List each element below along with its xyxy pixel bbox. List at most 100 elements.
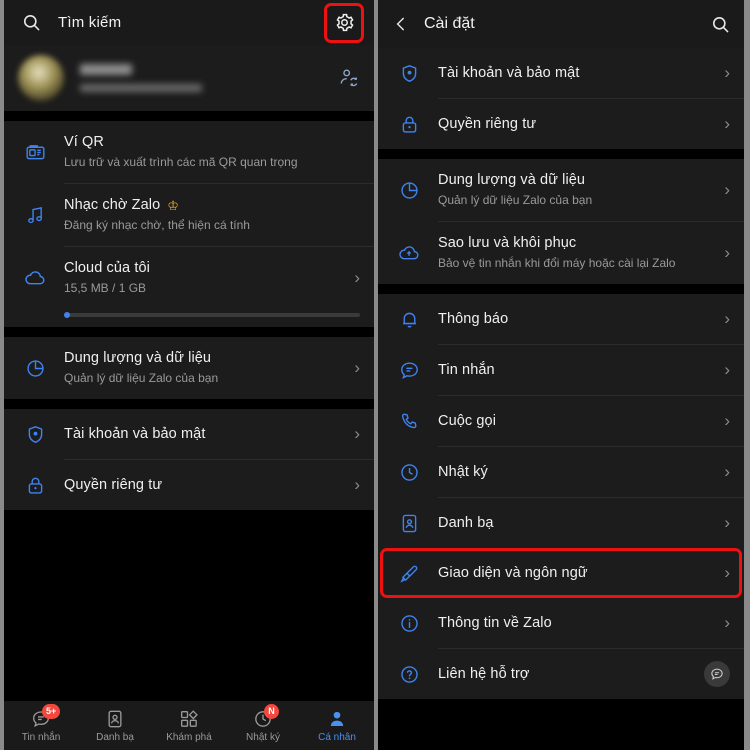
nav-item-ca-nhan[interactable]: Cá nhân	[300, 708, 374, 743]
nav-item-label: Khám phá	[166, 732, 212, 743]
nav-item-label: Nhật ký	[246, 732, 280, 743]
list-item-nhac-cho-zalo[interactable]: Nhạc chờ Zalo ♔ Đăng ký nhạc chờ, thể hi…	[4, 184, 374, 246]
settings-item-labels: Cuộc gọi	[426, 412, 718, 431]
chevron-right-icon: ›	[724, 613, 730, 632]
nav-badge: 5+	[42, 704, 61, 719]
pie-chart-icon	[18, 358, 52, 379]
avatar[interactable]	[18, 55, 64, 101]
settings-item-lien-he-ho-tro[interactable]: Liên hệ hỗ trợ	[378, 649, 744, 699]
lock-icon	[18, 475, 52, 496]
settings-item-title: Giao diện và ngôn ngữ	[438, 564, 588, 581]
message-icon: 5+	[31, 704, 61, 730]
crown-icon: ♔	[167, 198, 180, 213]
cloud-icon	[18, 267, 52, 289]
settings-item-danh-ba[interactable]: Danh bạ ›	[378, 498, 744, 548]
settings-item-title: Thông báo	[438, 310, 509, 327]
shield-icon	[392, 63, 426, 84]
settings-item-quyen-rieng-tu[interactable]: Quyền riêng tư ›	[378, 99, 744, 149]
dual-phone-screenshot: Tìm kiếm Ví QR Lưu trữ và xuất trình các…	[0, 0, 750, 750]
settings-item-giao-dien-va-ngon-ngu[interactable]: Giao diện và ngôn ngữ ›	[378, 548, 744, 598]
right-group-1: Tài khoản và bảo mật › Quyền riêng tư ›	[378, 48, 744, 149]
section-gap	[4, 111, 374, 121]
chevron-left-icon[interactable]	[392, 15, 416, 33]
nav-item-label: Tin nhắn	[21, 732, 61, 743]
search-input[interactable]: Tìm kiếm	[58, 14, 121, 31]
list-item-dung-luong-va-du-lieu[interactable]: Dung lượng và dữ liệu Quản lý dữ liệu Za…	[4, 337, 374, 399]
list-item-labels: Tài khoản và bảo mật	[52, 425, 348, 444]
settings-item-tai-khoan-va-bao-mat[interactable]: Tài khoản và bảo mật ›	[378, 48, 744, 98]
profile-row[interactable]	[4, 45, 374, 111]
list-item-subtitle: Lưu trữ và xuất trình các mã QR quan trọ…	[64, 155, 298, 169]
settings-item-title: Nhật ký	[438, 463, 488, 480]
profile-text	[80, 64, 338, 92]
search-icon[interactable]	[711, 15, 730, 34]
pie-chart-icon	[392, 180, 426, 201]
chevron-right-icon: ›	[724, 114, 730, 133]
brush-icon	[392, 563, 426, 584]
settings-item-labels: Thông tin về Zalo	[426, 614, 718, 633]
settings-item-title: Quyền riêng tư	[438, 115, 537, 132]
nav-item-kham-pha[interactable]: Khám phá	[152, 708, 226, 743]
settings-item-sao-luu-va-khoi-phuc[interactable]: Sao lưu và khôi phục Bảo vệ tin nhắn khi…	[378, 222, 744, 284]
list-item-title: Tài khoản và bảo mật	[64, 425, 206, 442]
question-icon	[392, 664, 426, 685]
right-group-2: Dung lượng và dữ liệu Quản lý dữ liệu Za…	[378, 159, 744, 284]
list-item-quyen-rieng-tu[interactable]: Quyền riêng tư ›	[4, 460, 374, 510]
list-item-labels: Cloud của tôi 15,5 MB / 1 GB	[52, 259, 348, 297]
settings-button[interactable]	[324, 2, 364, 43]
highlighted-item-wrapper: Giao diện và ngôn ngữ ›	[378, 548, 744, 598]
page-title: Cài đặt	[424, 15, 475, 32]
settings-item-nhat-ky[interactable]: Nhật ký ›	[378, 447, 744, 497]
list-item-tai-khoan-va-bao-mat[interactable]: Tài khoản và bảo mật ›	[4, 409, 374, 459]
settings-item-title: Cuộc gọi	[438, 412, 497, 429]
settings-item-thong-bao[interactable]: Thông báo ›	[378, 294, 744, 344]
settings-item-subtitle: Bảo vệ tin nhắn khi đổi máy hoặc cài lại…	[438, 256, 676, 270]
section-gap	[378, 149, 744, 159]
list-item-subtitle: Quản lý dữ liệu Zalo của bạn	[64, 371, 219, 385]
settings-item-thong-tin-ve-zalo[interactable]: Thông tin về Zalo ›	[378, 598, 744, 648]
chevron-right-icon: ›	[354, 475, 360, 494]
backup-cloud-icon	[392, 242, 426, 264]
empty-space	[378, 699, 744, 750]
settings-item-title: Dung lượng và dữ liệu	[438, 172, 586, 188]
chat-bubble-icon[interactable]	[704, 661, 730, 687]
message-icon	[392, 360, 426, 381]
list-item-title: Nhạc chờ Zalo ♔	[64, 196, 360, 215]
discover-icon	[179, 708, 199, 730]
settings-item-title: Liên hệ hỗ trợ	[438, 665, 530, 682]
nav-item-label: Cá nhân	[318, 732, 356, 743]
empty-space	[4, 510, 374, 700]
settings-header: Cài đặt	[378, 0, 744, 48]
nav-item-tin-nhan[interactable]: 5+ Tin nhắn	[4, 704, 78, 743]
settings-item-cuoc-goi[interactable]: Cuộc gọi ›	[378, 396, 744, 446]
list-item-subtitle: Đăng ký nhạc chờ, thể hiện cá tính	[64, 218, 250, 232]
settings-item-title: Sao lưu và khôi phục	[438, 235, 577, 251]
chevron-right-icon: ›	[724, 411, 730, 430]
settings-item-tin-nhan[interactable]: Tin nhắn ›	[378, 345, 744, 395]
info-icon	[392, 613, 426, 634]
list-item-title: Cloud của tôi	[64, 260, 150, 276]
phone-icon	[392, 411, 426, 432]
settings-item-title: Tin nhắn	[438, 361, 495, 378]
left-group-2: Dung lượng và dữ liệu Quản lý dữ liệu Za…	[4, 337, 374, 399]
music-note-icon	[18, 205, 52, 226]
chevron-right-icon: ›	[724, 309, 730, 328]
settings-item-labels: Tài khoản và bảo mật	[426, 64, 718, 83]
list-item-cloud-cua-toi[interactable]: Cloud của tôi 15,5 MB / 1 GB ›	[4, 247, 374, 309]
right-phone-panel: Cài đặt Tài khoản và bảo mật › Quyền riê…	[374, 0, 748, 750]
nav-item-nhat-ky[interactable]: N Nhật ký	[226, 704, 300, 743]
left-phone-panel: Tìm kiếm Ví QR Lưu trữ và xuất trình các…	[0, 0, 374, 750]
nav-badge: N	[264, 704, 279, 719]
search-icon[interactable]	[16, 13, 46, 32]
profile-subtitle	[80, 84, 202, 92]
person-sync-icon[interactable]	[338, 67, 360, 89]
settings-item-dung-luong-va-du-lieu[interactable]: Dung lượng và dữ liệu Quản lý dữ liệu Za…	[378, 159, 744, 221]
settings-item-labels: Quyền riêng tư	[426, 115, 718, 134]
settings-item-title: Danh bạ	[438, 514, 494, 531]
clock-icon	[392, 462, 426, 483]
nav-item-label: Danh bạ	[96, 732, 134, 743]
nav-item-danh-ba[interactable]: Danh bạ	[78, 708, 152, 743]
settings-item-title: Tài khoản và bảo mật	[438, 64, 580, 81]
list-item-vi-qr[interactable]: Ví QR Lưu trữ và xuất trình các mã QR qu…	[4, 121, 374, 183]
list-item-labels: Dung lượng và dữ liệu Quản lý dữ liệu Za…	[52, 349, 348, 387]
